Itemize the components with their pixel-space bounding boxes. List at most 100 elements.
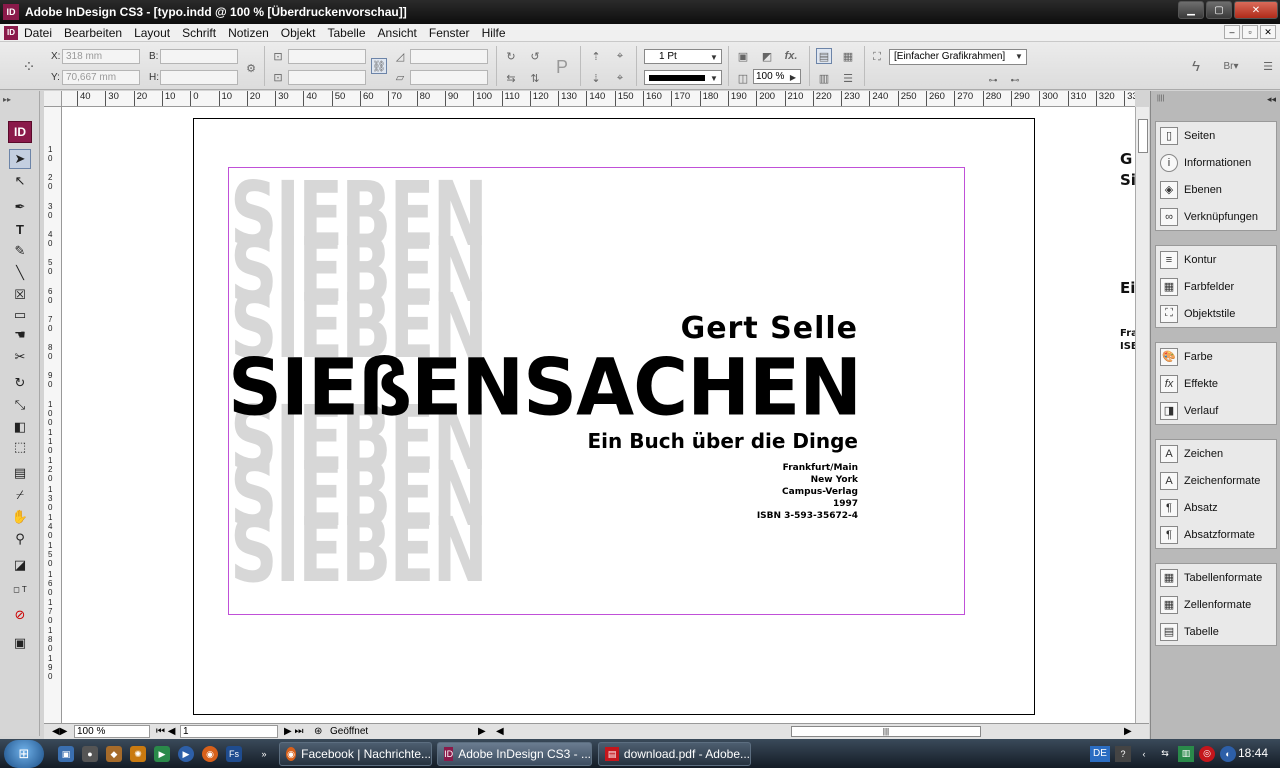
panel-farbfelder[interactable]: ▦ Farbfelder <box>1156 273 1276 300</box>
scale-tool-icon[interactable]: ⤡ <box>9 395 31 415</box>
language-indicator[interactable]: DE <box>1090 745 1110 762</box>
chain-link-icon[interactable]: ⛓ <box>371 58 387 74</box>
scroll-right-arrow-icon[interactable]: ▶ <box>1124 726 1132 737</box>
maximize-button[interactable]: ▢ <box>1206 1 1232 19</box>
opacity-field[interactable]: 100 % ▶ <box>753 69 801 84</box>
app-quicklaunch-2-icon[interactable]: ◆ <box>106 746 122 762</box>
menu-notizen[interactable]: Notizen <box>222 26 275 40</box>
panel-tabelle[interactable]: ▤ Tabelle <box>1156 618 1276 645</box>
rotate-ccw-icon[interactable]: ↺ <box>527 48 543 64</box>
quicklaunch-more-icon[interactable]: » <box>256 746 272 762</box>
panel-verknuepfungen[interactable]: ∞ Verknüpfungen <box>1156 203 1276 230</box>
task-firefox-facebook[interactable]: ◉ Facebook | Nachrichte... <box>279 742 432 766</box>
direct-selection-tool-icon[interactable]: ↖ <box>9 171 31 191</box>
select-content-icon[interactable]: ⇣ <box>588 70 604 86</box>
indesign-app-icon[interactable]: ID <box>3 4 19 20</box>
acrobat-tray-icon[interactable]: ◎ <box>1199 745 1215 762</box>
rectangle-frame-tool-icon[interactable]: ☒ <box>9 285 31 305</box>
flip-horizontal-icon[interactable]: ⇆ <box>503 70 519 86</box>
scroll-left-icon[interactable]: ◀▶ <box>52 726 67 737</box>
scroll-left-arrow-icon[interactable]: ◀ <box>496 726 504 737</box>
reference-point-icon[interactable]: ⁘ <box>18 56 40 78</box>
book-subtitle[interactable]: Ein Buch über die Dinge <box>588 429 858 453</box>
first-page-icon[interactable]: ⏮ ◀ <box>156 726 175 737</box>
menu-tabelle[interactable]: Tabelle <box>321 26 371 40</box>
task-acrobat[interactable]: ▤ download.pdf - Adobe... <box>598 742 751 766</box>
text-wrap-jump-icon[interactable]: ☰ <box>840 70 856 86</box>
free-transform-tool-icon[interactable]: ⬚ <box>9 437 31 457</box>
panel-ebenen[interactable]: ◈ Ebenen <box>1156 176 1276 203</box>
dock-grip[interactable]: |||| <box>1157 95 1197 102</box>
select-previous-icon[interactable]: ⌖ <box>612 48 628 64</box>
app-quicklaunch-3-icon[interactable]: ✺ <box>130 746 146 762</box>
width-field[interactable] <box>160 49 238 64</box>
panel-verlauf[interactable]: ◨ Verlauf <box>1156 397 1276 424</box>
effects-fx-icon[interactable]: fx. <box>783 48 799 64</box>
doc-minimize-button[interactable]: – <box>1224 25 1240 39</box>
app-quicklaunch-4-icon[interactable]: ▶ <box>154 746 170 762</box>
horizontal-scroll-thumb[interactable]: ||| <box>791 726 981 737</box>
menu-fenster[interactable]: Fenster <box>423 26 476 40</box>
minimize-button[interactable]: ▁ <box>1178 1 1204 19</box>
network-icon[interactable]: ⇆ <box>1157 746 1173 762</box>
view-mode-icon[interactable]: ▣ <box>9 633 31 653</box>
apply-none-icon[interactable]: ⊘ <box>9 605 31 625</box>
document-icon[interactable]: ID <box>4 25 18 40</box>
document-page[interactable]: SIEBEN SIEBEN SIEBEN SIEBEN SIEBEN SIEBE… <box>193 118 1035 715</box>
panel-absatzformate[interactable]: ¶ Absatzformate <box>1156 521 1276 548</box>
hand-tool-icon[interactable]: ✋ <box>9 507 31 527</box>
menu-schrift[interactable]: Schrift <box>176 26 222 40</box>
media-player-icon[interactable]: ▶ <box>178 746 194 762</box>
panel-absatz[interactable]: ¶ Absatz <box>1156 494 1276 521</box>
start-button[interactable]: ⊞ <box>4 740 44 768</box>
toolbox-grip[interactable]: ▸▸ <box>3 95 37 104</box>
height-field[interactable] <box>160 70 238 85</box>
selection-tool-icon[interactable]: ➤ <box>9 149 31 169</box>
gradient-tool-icon[interactable]: ◧ <box>9 417 31 437</box>
menu-datei[interactable]: Datei <box>18 26 58 40</box>
vertical-ruler[interactable]: 10 20 30 40 50 60 70 80 90 100 110 120 130 140 150 160 1… <box>44 107 62 723</box>
stroke-type-dropdown[interactable]: ▼ <box>644 70 722 85</box>
bridge-icon[interactable]: Br▾ <box>1216 58 1246 74</box>
type-tool-icon[interactable]: T <box>9 219 31 239</box>
rotation-field[interactable] <box>410 49 488 64</box>
fs-quicklaunch-icon[interactable]: Fs <box>226 746 242 762</box>
eyedropper-tool-icon[interactable]: ⌿ <box>9 485 31 505</box>
zoom-tool-icon[interactable]: ⚲ <box>9 529 31 549</box>
preflight-icon[interactable]: ⊛ <box>314 726 322 737</box>
scale-x-field[interactable] <box>288 49 366 64</box>
app-quicklaunch-1-icon[interactable]: ● <box>82 746 98 762</box>
menu-objekt[interactable]: Objekt <box>275 26 322 40</box>
clear-overrides-icon[interactable]: ⊶ <box>985 72 1001 88</box>
shear-field[interactable] <box>410 70 488 85</box>
firefox-quicklaunch-icon[interactable]: ◉ <box>202 746 218 762</box>
doc-restore-button[interactable]: ▫ <box>1242 25 1258 39</box>
menu-ansicht[interactable]: Ansicht <box>372 26 423 40</box>
constrain-proportions-icon[interactable]: ⚙ <box>243 60 259 76</box>
text-wrap-bbox-icon[interactable]: ▦ <box>840 48 856 64</box>
panel-seiten[interactable]: ▯ Seiten <box>1156 122 1276 149</box>
pen-tool-icon[interactable]: ✒ <box>9 197 31 217</box>
panel-tabellenformate[interactable]: ▦ Tabellenformate <box>1156 564 1276 591</box>
y-position-field[interactable]: 70,667 mm <box>62 70 140 85</box>
select-container-icon[interactable]: ⇡ <box>588 48 604 64</box>
text-wrap-shape-icon[interactable]: ▥ <box>816 70 832 86</box>
pencil-tool-icon[interactable]: ✎ <box>9 241 31 261</box>
system-clock[interactable]: 18:44 <box>1238 746 1268 760</box>
line-tool-icon[interactable]: ╲ <box>9 263 31 283</box>
stroke-swatch-icon[interactable]: ▣ <box>735 48 751 64</box>
note-tool-icon[interactable]: ▤ <box>9 463 31 483</box>
ruler-origin[interactable] <box>44 91 62 107</box>
tray-expand-icon[interactable]: ‹ <box>1136 746 1152 762</box>
drop-shadow-icon[interactable]: ◩ <box>759 48 775 64</box>
text-wrap-none-icon[interactable]: ▤ <box>816 48 832 64</box>
panel-effekte[interactable]: fx Effekte <box>1156 370 1276 397</box>
horizontal-ruler[interactable]: 40 30 20 10 0 10 20 30 40 50 60 70 80 90 100 110 120 130 1… <box>62 91 1135 107</box>
select-next-icon[interactable]: ⌖ <box>612 70 628 86</box>
close-button[interactable]: ✕ <box>1234 1 1278 19</box>
help-icon[interactable]: ? <box>1115 745 1131 762</box>
tray-app-icon[interactable]: ▥ <box>1178 745 1194 762</box>
vertical-scrollbar[interactable] <box>1135 107 1149 723</box>
show-desktop-icon[interactable]: ▣ <box>58 746 74 762</box>
collapse-dock-icon[interactable]: ◂◂ <box>1267 94 1276 105</box>
